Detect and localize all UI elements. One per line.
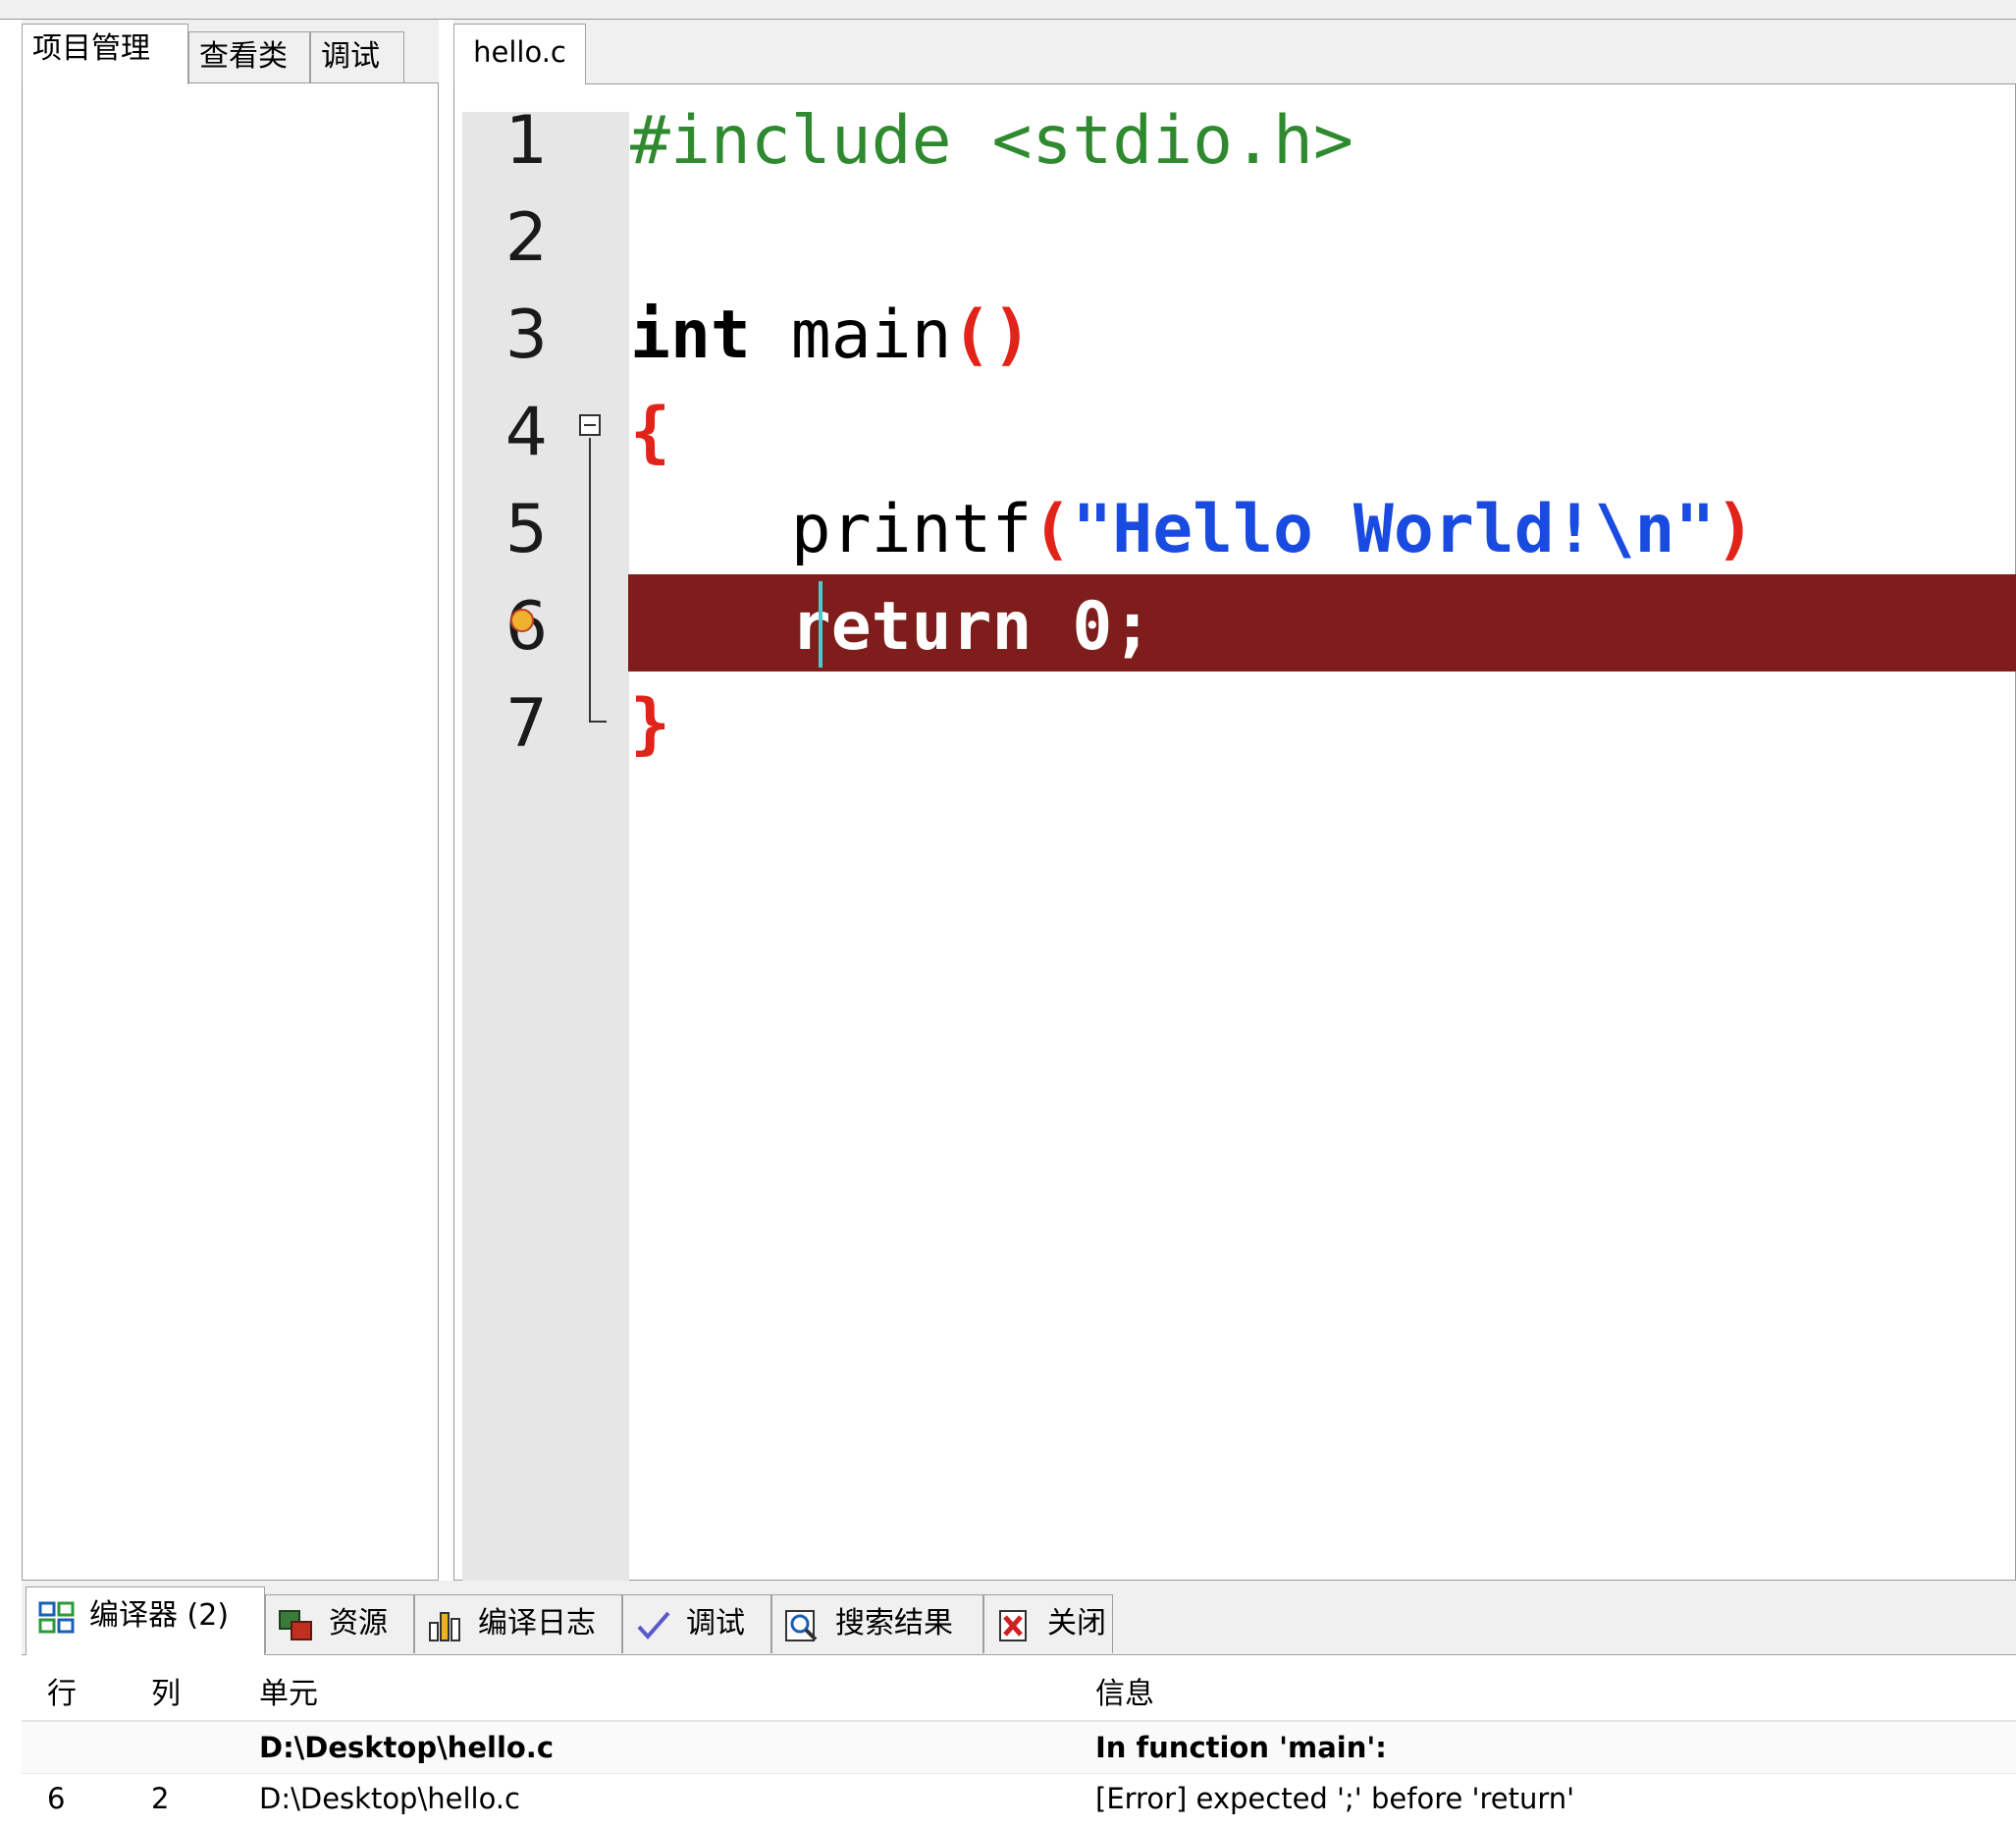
line-number: 5 <box>504 491 548 568</box>
close-paren: ) <box>1715 491 1756 568</box>
code-line-1: #include <stdio.h> <box>630 102 1353 180</box>
tab-label: 编译器 (2) <box>89 1598 230 1633</box>
tab-class-view[interactable]: 查看类 <box>188 31 310 84</box>
code-editor-pane: hello.c <box>453 20 2016 1585</box>
column-header-line[interactable]: 行 <box>47 1669 77 1712</box>
tab-label: 调试 <box>686 1606 745 1640</box>
code-line-7: } <box>630 685 670 763</box>
open-paren: ( <box>1032 491 1073 568</box>
code-line-6: return 0; <box>630 578 1152 675</box>
fold-guide-line <box>589 438 591 723</box>
line-number: 2 <box>504 199 548 277</box>
checkmark-icon <box>637 1611 670 1640</box>
project-panel-tabs: 项目管理 查看类 调试 <box>22 20 439 84</box>
table-row[interactable]: 6 2 D:\Desktop\hello.c [Error] expected … <box>22 1773 2016 1824</box>
fold-guide-end <box>589 721 607 723</box>
bar-chart-icon <box>429 1612 460 1641</box>
tab-hello-c[interactable]: hello.c <box>453 24 586 85</box>
line-number: 1 <box>504 102 548 180</box>
tab-project-manager[interactable]: 项目管理 <box>22 24 188 84</box>
code-line-3: int main() <box>630 287 1032 384</box>
resources-icon <box>279 1610 312 1640</box>
tab-label: 搜索结果 <box>835 1606 953 1640</box>
project-tree-area[interactable] <box>22 82 439 1581</box>
tab-debug[interactable]: 调试 <box>310 31 404 84</box>
fold-minus <box>584 424 596 426</box>
keyword-int: int <box>630 296 751 374</box>
editor-tab-bar: hello.c <box>453 20 2016 85</box>
line-number: 7 <box>504 685 548 763</box>
tab-label: 查看类 <box>199 39 288 74</box>
column-header-col[interactable]: 列 <box>151 1669 181 1712</box>
line-number: 4 <box>504 394 548 471</box>
tab-resources[interactable]: 资源 <box>265 1594 414 1653</box>
tab-search-results[interactable]: 搜索结果 <box>771 1594 983 1653</box>
line-number: 6 <box>469 578 548 675</box>
tab-label: 资源 <box>329 1606 388 1640</box>
cell-unit: D:\Desktop\hello.c <box>259 1782 520 1815</box>
cell-line: 6 <box>47 1782 66 1815</box>
compiler-grid-icon <box>38 1601 75 1634</box>
return-statement: return 0; <box>790 588 1153 666</box>
column-header-message[interactable]: 信息 <box>1095 1669 1154 1712</box>
string-literal: "Hello World!\n" <box>1072 491 1716 568</box>
bottom-panel: 编译器 (2) 资源 编译日志 调试 搜索结果 关闭 行 列 单元 信息 D:\… <box>22 1581 2016 1828</box>
cell-message: In function 'main': <box>1095 1731 1387 1764</box>
line-number: 3 <box>504 296 548 374</box>
magnifier-icon <box>785 1610 818 1641</box>
compiler-messages-table: 行 列 单元 信息 D:\Desktop\hello.c In function… <box>22 1655 2016 1828</box>
tab-label: 调试 <box>321 39 380 74</box>
code-line-4: { <box>630 394 670 471</box>
cell-col: 2 <box>151 1782 170 1815</box>
cell-message: [Error] expected ';' before 'return' <box>1095 1782 1575 1815</box>
tab-label: 项目管理 <box>32 31 150 66</box>
error-marker-icon <box>510 609 534 632</box>
tab-debug-output[interactable]: 调试 <box>622 1594 771 1653</box>
tab-compile-log[interactable]: 编译日志 <box>414 1594 622 1653</box>
close-icon <box>999 1610 1027 1641</box>
printf-call: printf <box>790 491 1033 568</box>
code-line-5: printf("Hello World!\n") <box>630 481 1756 578</box>
parens: () <box>951 296 1033 374</box>
tab-label: 编译日志 <box>478 1606 596 1640</box>
editor-tab-label: hello.c <box>473 35 566 69</box>
cell-unit: D:\Desktop\hello.c <box>259 1731 555 1764</box>
top-toolbar-strip <box>0 0 2016 20</box>
bottom-tab-bar: 编译器 (2) 资源 编译日志 调试 搜索结果 关闭 <box>22 1581 2016 1655</box>
text-caret <box>819 581 822 668</box>
project-panel: 项目管理 查看类 调试 <box>22 20 439 1581</box>
tab-label: 关闭 <box>1047 1606 1106 1640</box>
table-row[interactable]: D:\Desktop\hello.c In function 'main': <box>22 1722 2016 1773</box>
tab-close[interactable]: 关闭 <box>983 1594 1113 1653</box>
tab-compiler[interactable]: 编译器 (2) <box>26 1586 265 1655</box>
function-name: main <box>750 296 952 374</box>
column-header-unit[interactable]: 单元 <box>259 1669 318 1712</box>
